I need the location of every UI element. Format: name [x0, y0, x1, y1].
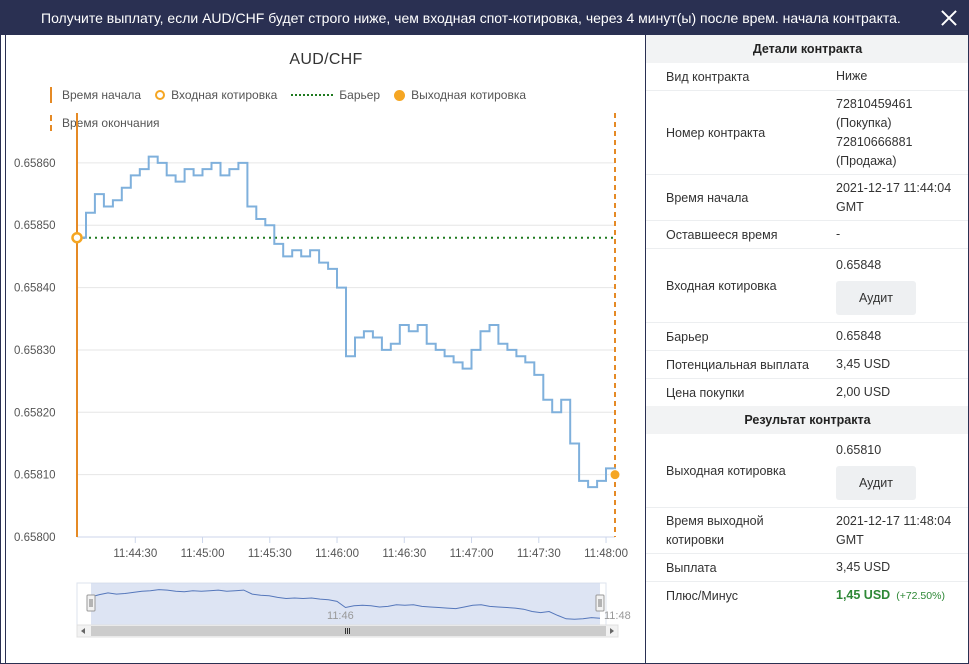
y-tick-label: 0.65860: [14, 158, 56, 170]
x-tick-label: 11:45:00: [181, 548, 225, 560]
row-contract-number: Номер контракта 72810459461 (Покупка) 72…: [646, 91, 968, 175]
navigator-handle[interactable]: [595, 594, 605, 612]
row-profit-loss: Плюс/Минус 1,45 USD (+72.50%): [646, 582, 968, 610]
row-value: -: [836, 227, 841, 241]
row-label: Плюс/Минус: [666, 589, 739, 603]
x-tick-label: 11:44:30: [113, 548, 157, 560]
y-tick-label: 0.65810: [14, 470, 56, 482]
dialog-title: Получите выплату, если AUD/CHF будет стр…: [1, 1, 968, 35]
contract-number-sell: 72810666881: [836, 134, 913, 149]
row-label: Номер контракта: [666, 125, 766, 140]
row-label: Время начала: [666, 190, 749, 205]
scrollbar-thumb[interactable]: [91, 626, 606, 636]
row-entry-spot: Входная котировка 0.65848 Аудит: [646, 249, 968, 323]
row-label-2: котировки: [666, 532, 724, 547]
y-tick-label: 0.65840: [14, 283, 56, 295]
entry-spot-marker: [71, 231, 83, 244]
profit-percent: (+72.50%): [896, 590, 945, 602]
profit-value: 1,45 USD: [836, 588, 891, 602]
y-tick-label: 0.65800: [14, 532, 56, 544]
x-tick-label: 11:45:30: [248, 548, 292, 560]
contract-dialog: Получите выплату, если AUD/CHF будет стр…: [0, 0, 969, 664]
row-label: Выплата: [666, 560, 717, 575]
row-label: Потенциальная выплата: [666, 357, 809, 372]
details-header: Детали контракта: [646, 35, 968, 63]
x-tick-label: 11:46:00: [315, 548, 359, 560]
contract-number-buy: 72810459461: [836, 96, 913, 111]
row-label: Барьер: [666, 329, 709, 344]
y-tick-label: 0.65830: [14, 345, 56, 357]
start-time-value: 2021-12-17 11:44:04: [836, 180, 952, 195]
row-exit-spot: Выходная котировка 0.65810 Аудит: [646, 434, 968, 508]
row-label: Выходная котировка: [666, 463, 786, 478]
result-header: Результат контракта: [646, 406, 968, 434]
row-value: Ниже: [836, 69, 868, 83]
navigator-handle[interactable]: [86, 594, 96, 612]
row-purchase-price: Цена покупки 2,00 USD: [646, 379, 968, 406]
row-value: 2,00 USD: [836, 385, 891, 399]
y-tick-label: 0.65820: [14, 407, 56, 419]
row-value: 3,45 USD: [836, 357, 891, 371]
details-panel: Детали контракта Вид контракта Ниже Номе…: [645, 35, 968, 663]
close-icon[interactable]: [940, 9, 958, 27]
row-exit-time: Время выходной котировки 2021-12-17 11:4…: [646, 508, 968, 554]
x-tick-label: 11:48:00: [584, 548, 628, 560]
exit-time-value: 2021-12-17 11:48:04: [836, 513, 952, 528]
chart-panel: AUD/CHF Время начала Входная котировка Б…: [5, 35, 645, 663]
row-label: Оставшееся время: [666, 227, 778, 242]
exit-spot-marker: [609, 469, 621, 481]
x-tick-label: 11:47:30: [517, 548, 561, 560]
start-time-tz: GMT: [836, 199, 864, 214]
x-tick-label: 11:46:30: [382, 548, 426, 560]
navigator-label: 11:48: [604, 610, 631, 622]
row-value: 0.65848: [836, 329, 882, 343]
row-remaining-time: Оставшееся время -: [646, 221, 968, 249]
row-start-time: Время начала 2021-12-17 11:44:04 GMT: [646, 175, 968, 221]
entry-spot-value: 0.65848: [836, 258, 882, 272]
entry-audit-button[interactable]: Аудит: [836, 281, 916, 315]
row-label: Цена покупки: [666, 385, 745, 400]
contract-number-sell-note: (Продажа): [836, 153, 897, 168]
exit-audit-button[interactable]: Аудит: [836, 466, 916, 500]
row-label: Время выходной: [666, 513, 764, 528]
navigator-label: 11:46: [327, 610, 354, 622]
contract-number-buy-note: (Покупка): [836, 115, 892, 130]
row-payout: Выплата 3,45 USD: [646, 554, 968, 582]
row-barrier: Барьер 0.65848: [646, 323, 968, 351]
row-value: 3,45 USD: [836, 560, 891, 574]
exit-time-tz: GMT: [836, 532, 864, 547]
exit-spot-value: 0.65810: [836, 443, 882, 457]
row-potential-payout: Потенциальная выплата 3,45 USD: [646, 351, 968, 379]
y-tick-label: 0.65850: [14, 220, 56, 232]
row-label: Входная котировка: [666, 278, 777, 293]
row-contract-type: Вид контракта Ниже: [646, 63, 968, 91]
price-chart: 0.65800 0.65810 0.65820 0.65830 0.65840 0.658…: [14, 113, 631, 638]
x-tick-label: 11:47:00: [450, 548, 494, 560]
row-label: Вид контракта: [666, 69, 750, 84]
price-series-line: [77, 155, 616, 489]
